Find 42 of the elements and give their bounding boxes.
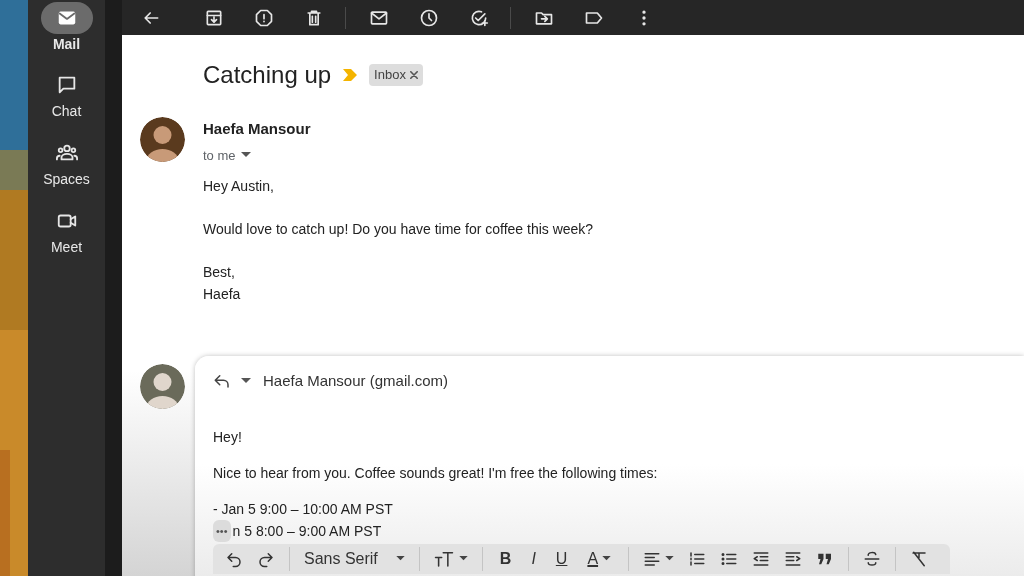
caret-icon[interactable] [458, 556, 468, 561]
show-trimmed-button[interactable]: ••• [213, 519, 231, 542]
close-icon[interactable] [409, 71, 418, 79]
underline-button[interactable]: U [552, 549, 571, 568]
bold-button[interactable]: B [496, 549, 515, 568]
text-size-icon[interactable] [433, 549, 454, 568]
text-color-button[interactable]: A [584, 549, 615, 568]
label-chip: Inbox [369, 64, 423, 86]
body-text: Nice to hear from you. Coffee sounds great! I'm free the following times: [213, 463, 659, 483]
strikethrough-icon[interactable] [863, 549, 882, 568]
italic-button[interactable]: I [528, 549, 539, 568]
caret-icon[interactable] [240, 152, 251, 159]
importance-marker-icon[interactable] [343, 69, 358, 81]
body-text: - Jan 5 9:00 – 10:00 AM PST [213, 499, 394, 519]
body-text: Haefa [203, 285, 242, 304]
recipient-field[interactable]: Haefa Mansour (gmail.com) [263, 370, 449, 393]
report-icon[interactable] [254, 7, 274, 28]
font-dropdown[interactable]: Sans Serif [304, 549, 405, 568]
clear-formatting-icon[interactable] [910, 549, 929, 568]
sidebar-item[interactable]: Spaces [28, 137, 105, 190]
clock-icon[interactable] [419, 7, 439, 28]
sender-name: Haefa Mansour [203, 119, 312, 139]
email-subject: Catching up [203, 60, 332, 90]
caret-icon[interactable] [665, 556, 675, 561]
sidebar-item[interactable]: Chat [28, 69, 105, 122]
caret-icon[interactable] [395, 556, 405, 561]
body-text: Hey! [213, 427, 243, 447]
body-text: Would love to catch up! Do you have time for coffee this week? [203, 220, 594, 239]
indent-more-icon[interactable] [784, 549, 803, 568]
caret-icon[interactable] [602, 556, 612, 561]
avatar [140, 364, 185, 409]
body-text: Hey Austin, [203, 177, 275, 196]
body-text: Best, [203, 263, 236, 282]
indent-less-icon[interactable] [752, 549, 771, 568]
numbered-list-icon[interactable] [688, 549, 707, 568]
reply-arrow-icon[interactable] [213, 373, 231, 390]
body-text: n 5 8:00 – 9:00 AM PST [232, 521, 382, 541]
sidebar-item[interactable]: Mail [28, 2, 105, 55]
caret-icon[interactable] [241, 378, 251, 385]
sidebar-item[interactable]: Meet [28, 205, 105, 258]
recipient-label: to me [203, 146, 236, 165]
avatar [140, 117, 185, 162]
